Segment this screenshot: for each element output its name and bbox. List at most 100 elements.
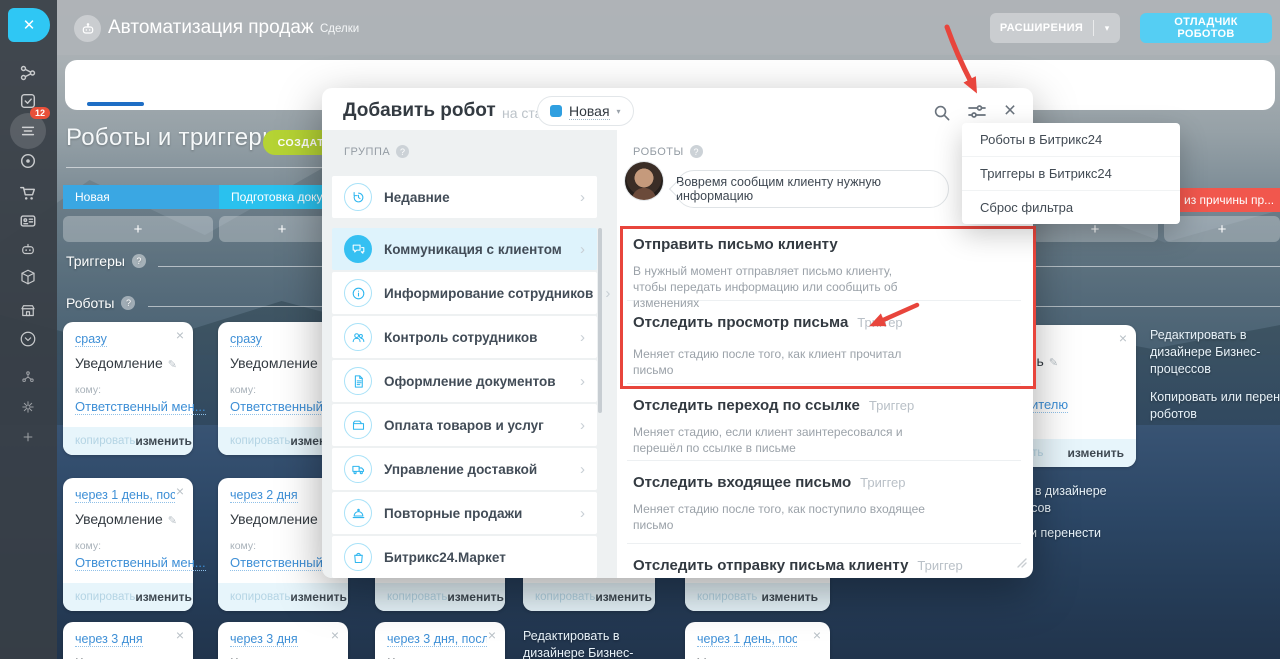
copy-button[interactable]: копировать <box>75 591 135 603</box>
copy-button[interactable]: копировать <box>697 591 757 603</box>
edit-button[interactable]: изменить <box>1068 446 1124 460</box>
share-icon[interactable] <box>17 62 39 84</box>
copy-button[interactable]: копировать <box>230 591 290 603</box>
edit-button[interactable]: изменить <box>762 590 818 604</box>
chevron-right-icon: › <box>580 189 585 206</box>
card-close-icon[interactable]: × <box>331 628 339 642</box>
card-when-link[interactable]: сразу <box>230 332 262 347</box>
chevron-down-circle-icon[interactable] <box>17 328 39 350</box>
copy-or-move-link[interactable]: Копировать или перенести роботов <box>1150 389 1280 423</box>
sitemap-icon[interactable] <box>20 369 36 385</box>
add-trigger-zone[interactable]: + <box>1164 216 1280 242</box>
edit-button[interactable]: изменить <box>135 434 191 448</box>
crm-card-icon[interactable] <box>17 210 39 232</box>
extensions-button[interactable]: РАСШИРЕНИЯ ▾ <box>990 13 1120 43</box>
chevron-down-icon[interactable]: ▾ <box>1094 23 1120 34</box>
filter-sliders-icon[interactable] <box>965 100 989 124</box>
group-list-scrollbar[interactable] <box>598 228 602 413</box>
store-icon[interactable] <box>17 300 39 322</box>
card-close-icon[interactable]: × <box>176 328 184 342</box>
card-when-link[interactable]: через 3 дня <box>230 632 298 647</box>
robots-section-label: Роботы ? <box>66 295 135 311</box>
robot-description: Меняет стадию, если клиент заинтересовал… <box>633 424 925 456</box>
card-when-link[interactable]: через 3 дня <box>75 632 143 647</box>
card-to-link[interactable]: Ответственный мен... <box>75 399 206 415</box>
group-item-employee-notify[interactable]: Информирование сотрудников › <box>332 272 597 314</box>
add-trigger-zone[interactable]: + <box>63 216 213 242</box>
menu-item-robots-in-bitrix24[interactable]: Роботы в Битрикс24 <box>962 123 1180 157</box>
card-close-icon[interactable]: × <box>176 628 184 642</box>
modal-title: Добавить робот <box>343 100 496 122</box>
notification-badge: 12 <box>30 107 50 119</box>
robot-row-send-email: Отправить письмо клиенту В нужный момент… <box>633 222 1033 300</box>
card-when-link[interactable]: через 2 дня <box>230 488 298 503</box>
edit-button[interactable]: изменить <box>595 590 651 604</box>
group-item-employee-control[interactable]: Контроль сотрудников › <box>332 316 597 358</box>
edit-button[interactable]: изменить <box>135 590 191 604</box>
copy-button[interactable]: копировать <box>535 591 595 603</box>
card-to-link[interactable]: Ответственный мен... <box>75 555 206 571</box>
robot-row-track-incoming-email: Отследить входящее письмоТриггер Меняет … <box>633 460 1033 543</box>
add-plus-icon[interactable] <box>20 429 36 445</box>
robot-card[interactable]: × через 1 день, после п... Уведомление✎ <box>685 622 830 659</box>
robot-card[interactable]: × через 3 дня Контроль✎ <box>218 622 348 659</box>
group-item-client-communication[interactable]: Коммуникация с клиентом › <box>332 228 597 270</box>
card-close-icon[interactable]: × <box>1119 331 1127 345</box>
card-when-link[interactable]: через 3 дня, после пр... <box>387 632 487 647</box>
close-panel-button[interactable]: ✕ <box>8 8 50 42</box>
menu-item-triggers-in-bitrix24[interactable]: Триггеры в Битрикс24 <box>962 157 1180 191</box>
robot-card[interactable]: × сразу Уведомление✎ кому: Ответственный… <box>63 322 193 455</box>
group-item-repeat-sales[interactable]: Повторные продажи › <box>332 492 597 534</box>
close-icon[interactable]: × <box>998 98 1022 122</box>
chevron-down-icon: ▾ <box>617 107 621 116</box>
copy-button[interactable]: копировать <box>387 591 447 603</box>
copy-button[interactable]: копировать <box>230 435 290 447</box>
edit-button[interactable]: изменить <box>447 590 503 604</box>
search-icon[interactable] <box>929 100 953 124</box>
copy-button[interactable]: копировать <box>75 435 135 447</box>
triggers-section-label: Триггеры ? <box>66 253 146 269</box>
gear-icon[interactable] <box>20 399 36 415</box>
stage-pill-new[interactable]: Новая <box>63 185 241 209</box>
menu-item-reset-filter[interactable]: Сброс фильтра <box>962 191 1180 224</box>
card-when-link[interactable]: через 1 день, после п... <box>697 632 797 647</box>
edit-in-designer-link[interactable]: Редактировать в дизайнере Бизнес-процесс… <box>523 628 681 659</box>
edit-button[interactable]: изменить <box>290 590 346 604</box>
help-icon[interactable]: ? <box>132 254 146 268</box>
edit-pencil-icon[interactable]: ✎ <box>168 359 177 371</box>
robot-card[interactable]: × через 3 дня Контроль✎ <box>63 622 193 659</box>
group-item-documents[interactable]: Оформление документов › <box>332 360 597 402</box>
robot-row-track-link-click: Отследить переход по ссылкеТриггер Меняе… <box>633 383 1033 460</box>
card-close-icon[interactable]: × <box>176 484 184 498</box>
assistant-avatar <box>625 162 663 200</box>
robot-card[interactable]: × через 3 дня, после пр... Контроль✎ <box>375 622 505 659</box>
stage-pill-fail[interactable]: из причины пр... <box>1172 188 1280 212</box>
group-item-payment[interactable]: Оплата товаров и услуг › <box>332 404 597 446</box>
help-icon[interactable]: ? <box>121 296 135 310</box>
group-item-market[interactable]: Битрикс24.Маркет <box>332 536 597 578</box>
trigger-badge: Триггер <box>860 475 905 490</box>
resize-handle-icon[interactable] <box>1016 555 1027 573</box>
card-when-link[interactable]: сразу <box>75 332 107 347</box>
robot-automation-icon[interactable] <box>17 238 39 260</box>
edit-pencil-icon[interactable]: ✎ <box>1049 357 1058 369</box>
chevron-right-icon: › <box>580 505 585 522</box>
edit-pencil-icon[interactable]: ✎ <box>168 515 177 527</box>
cart-icon[interactable] <box>17 182 39 204</box>
feed-icon[interactable] <box>17 120 39 142</box>
group-item-recent[interactable]: Недавние › <box>332 176 597 218</box>
card-when-link[interactable]: через 1 день, после п... <box>75 488 175 503</box>
robot-card[interactable]: × через 1 день, после п... Уведомление✎ … <box>63 478 193 611</box>
stage-selector[interactable]: Новая ▾ <box>537 96 634 126</box>
card-close-icon[interactable]: × <box>488 628 496 642</box>
trigger-badge: Триггер <box>857 315 902 330</box>
marketing-target-icon[interactable] <box>17 150 39 172</box>
card-close-icon[interactable]: × <box>813 628 821 642</box>
help-icon[interactable]: ? <box>690 145 703 158</box>
group-item-delivery[interactable]: Управление доставкой › <box>332 448 597 490</box>
catalog-box-icon[interactable] <box>17 266 39 288</box>
robot-debugger-button[interactable]: ОТЛАДЧИК РОБОТОВ <box>1140 13 1272 43</box>
robot-row-track-sent-email: Отследить отправку письма клиентуТриггер… <box>633 543 1033 578</box>
edit-in-designer-link[interactable]: Редактировать в дизайнере Бизнес-процесс… <box>1150 327 1280 378</box>
help-icon[interactable]: ? <box>396 145 409 158</box>
